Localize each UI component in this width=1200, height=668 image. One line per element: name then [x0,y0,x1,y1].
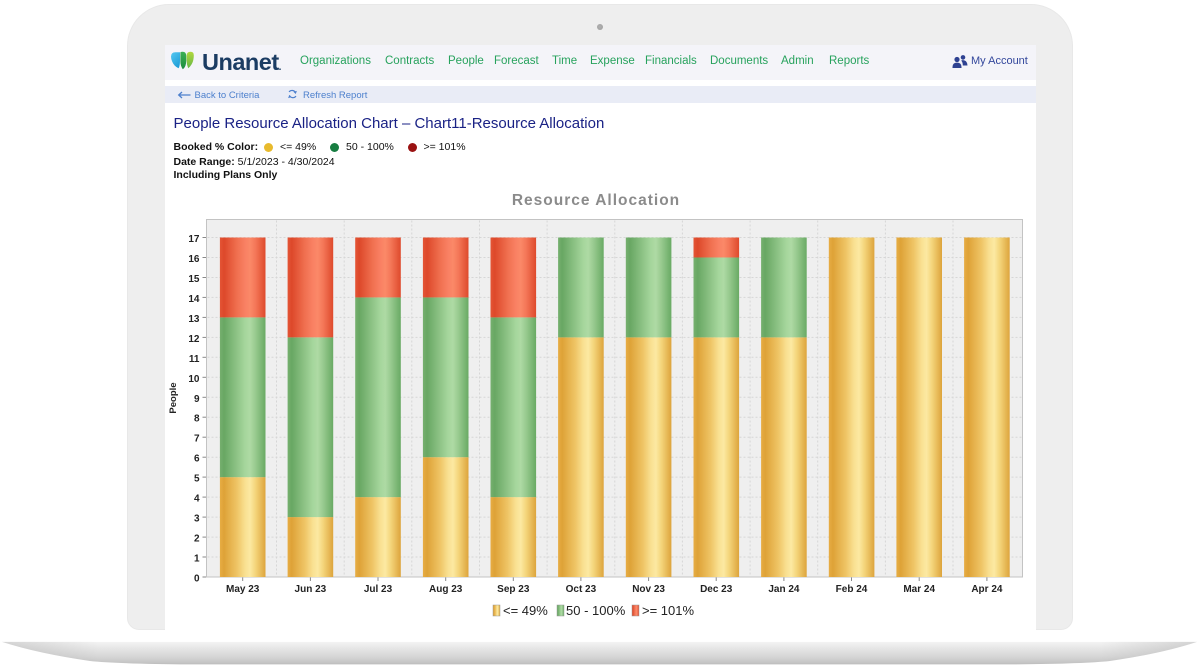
svg-text:Aug 23: Aug 23 [429,584,463,595]
svg-text:Nov 23: Nov 23 [632,584,665,595]
svg-text:9: 9 [194,394,200,405]
svg-text:Dec 23: Dec 23 [700,584,733,595]
svg-text:50 - 100%: 50 - 100% [566,603,626,618]
svg-text:0: 0 [194,574,200,585]
svg-text:Oct 23: Oct 23 [566,584,597,595]
svg-text:Feb 24: Feb 24 [836,584,868,595]
svg-text:Jul 23: Jul 23 [364,584,393,595]
svg-text:10: 10 [188,374,200,385]
svg-text:Jan 24: Jan 24 [768,584,800,595]
svg-text:12: 12 [188,334,200,345]
svg-text:Mar 24: Mar 24 [903,584,935,595]
svg-text:2: 2 [194,534,200,545]
svg-text:14: 14 [188,294,200,305]
svg-text:>= 101%: >= 101% [642,603,694,618]
svg-text:11: 11 [189,354,200,365]
svg-text:13: 13 [188,314,200,325]
svg-text:3: 3 [194,514,200,525]
svg-text:7: 7 [194,434,200,445]
svg-text:Jun 23: Jun 23 [295,584,327,595]
svg-text:16: 16 [188,254,200,265]
svg-text:Apr 24: Apr 24 [971,584,1003,595]
svg-text:8: 8 [194,414,200,425]
svg-text:17: 17 [188,234,200,245]
svg-text:People: People [168,382,179,413]
svg-text:Sep 23: Sep 23 [497,584,530,595]
svg-text:Resource Allocation: Resource Allocation [512,192,680,209]
svg-text:5: 5 [194,474,200,485]
svg-text:<= 49%: <= 49% [503,603,548,618]
svg-text:6: 6 [194,454,200,465]
svg-text:4: 4 [194,494,200,505]
svg-text:1: 1 [194,554,200,565]
svg-text:15: 15 [188,274,200,285]
svg-text:May 23: May 23 [226,584,260,595]
